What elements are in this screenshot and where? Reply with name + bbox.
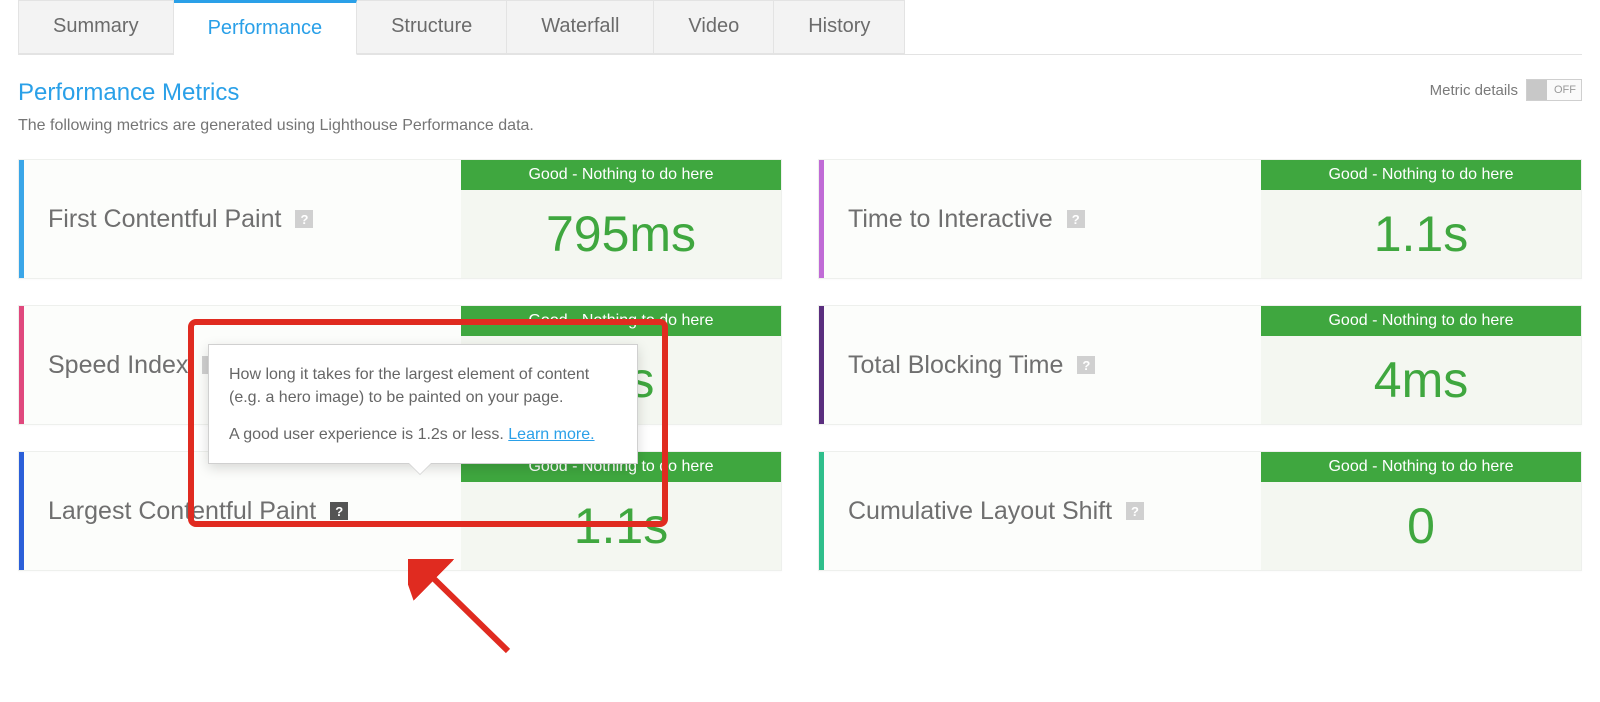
toggle-state: OFF bbox=[1554, 84, 1576, 96]
metric-status: Good - Nothing to do here bbox=[1261, 306, 1581, 336]
toggle-knob bbox=[1527, 80, 1547, 100]
metrics-grid: First Contentful Paint ? Good - Nothing … bbox=[18, 159, 1582, 571]
section-title: Performance Metrics bbox=[18, 79, 534, 107]
tab-history[interactable]: History bbox=[774, 0, 905, 54]
help-icon[interactable]: ? bbox=[330, 502, 348, 520]
metric-name-text: Total Blocking Time bbox=[848, 351, 1063, 380]
metric-name-text: Cumulative Layout Shift bbox=[848, 497, 1112, 526]
metric-card-tbt: Total Blocking Time ? Good - Nothing to … bbox=[818, 305, 1582, 425]
metric-name: Largest Contentful Paint ? bbox=[24, 452, 461, 570]
metric-status: Good - Nothing to do here bbox=[1261, 452, 1581, 482]
tooltip-paragraph: How long it takes for the largest elemen… bbox=[229, 363, 617, 409]
metric-status: Good - Nothing to do here bbox=[461, 160, 781, 190]
annotation-arrow-icon bbox=[408, 559, 518, 659]
metric-status: Good - Nothing to do here bbox=[461, 306, 781, 336]
metric-name-text: Time to Interactive bbox=[848, 205, 1053, 234]
metric-name-text: Largest Contentful Paint bbox=[48, 497, 316, 526]
tooltip-learn-more-link[interactable]: Learn more. bbox=[508, 426, 594, 443]
tab-performance[interactable]: Performance bbox=[174, 0, 358, 55]
tabs: Summary Performance Structure Waterfall … bbox=[18, 0, 1582, 55]
metric-name: Cumulative Layout Shift ? bbox=[824, 452, 1261, 570]
metric-value: 1.1s bbox=[1261, 190, 1581, 278]
tab-video[interactable]: Video bbox=[654, 0, 774, 54]
tooltip-paragraph: A good user experience is 1.2s or less. … bbox=[229, 423, 617, 446]
metric-value: 795ms bbox=[461, 190, 781, 278]
section-description: The following metrics are generated usin… bbox=[18, 117, 534, 135]
metric-value: 4ms bbox=[1261, 336, 1581, 424]
metric-value: 1.1s bbox=[461, 482, 781, 570]
metric-card-fcp: First Contentful Paint ? Good - Nothing … bbox=[18, 159, 782, 279]
help-icon[interactable]: ? bbox=[1067, 210, 1085, 228]
metric-card-lcp: Largest Contentful Paint ? Good - Nothin… bbox=[18, 451, 782, 571]
help-icon[interactable]: ? bbox=[1077, 356, 1095, 374]
tab-waterfall[interactable]: Waterfall bbox=[507, 0, 654, 54]
metric-name-text: Speed Index bbox=[48, 351, 188, 380]
metric-details-toggle-group: Metric details OFF bbox=[1430, 79, 1582, 101]
metric-name: Time to Interactive ? bbox=[824, 160, 1261, 278]
metric-name-text: First Contentful Paint bbox=[48, 205, 281, 234]
help-icon[interactable]: ? bbox=[1126, 502, 1144, 520]
help-icon[interactable]: ? bbox=[295, 210, 313, 228]
tooltip-text: A good user experience is 1.2s or less. bbox=[229, 426, 504, 443]
tab-summary[interactable]: Summary bbox=[18, 0, 174, 54]
toggle-label: Metric details bbox=[1430, 82, 1518, 99]
metric-card-tti: Time to Interactive ? Good - Nothing to … bbox=[818, 159, 1582, 279]
metric-name: Total Blocking Time ? bbox=[824, 306, 1261, 424]
metric-value: 0 bbox=[1261, 482, 1581, 570]
tab-structure[interactable]: Structure bbox=[357, 0, 507, 54]
metric-status: Good - Nothing to do here bbox=[1261, 160, 1581, 190]
metric-name: First Contentful Paint ? bbox=[24, 160, 461, 278]
metric-details-toggle[interactable]: OFF bbox=[1526, 79, 1582, 101]
metric-card-cls: Cumulative Layout Shift ? Good - Nothing… bbox=[818, 451, 1582, 571]
help-tooltip: How long it takes for the largest elemen… bbox=[208, 344, 638, 464]
